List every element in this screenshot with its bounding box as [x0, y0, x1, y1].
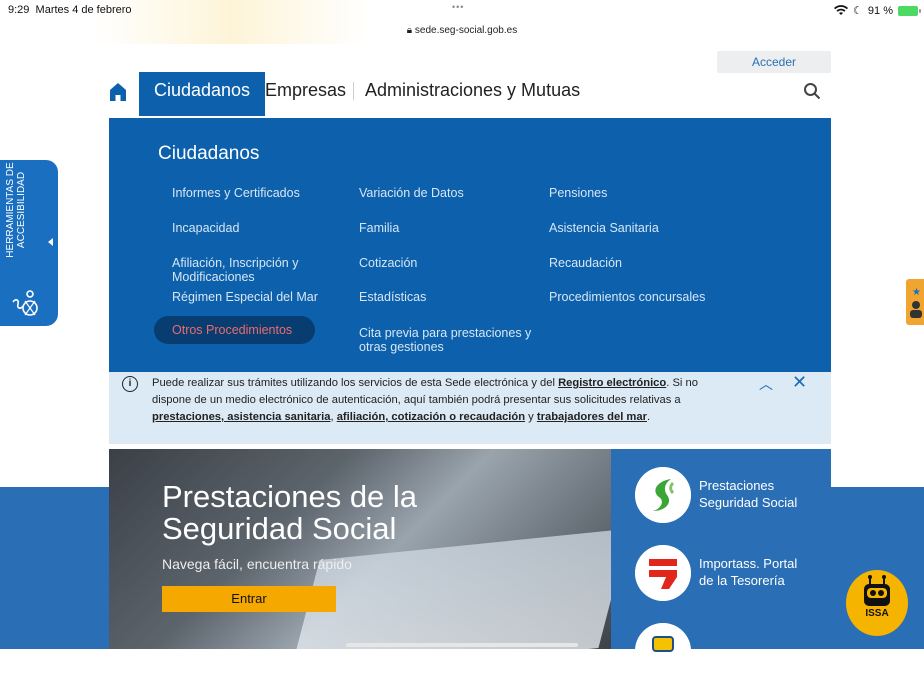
tab-ciudadanos[interactable]: Ciudadanos — [139, 72, 265, 116]
home-icon[interactable] — [109, 82, 127, 102]
menu-item-asistencia[interactable]: Asistencia Sanitaria — [549, 221, 659, 235]
close-icon[interactable]: ✕ — [792, 372, 807, 393]
nav-divider — [353, 82, 354, 100]
wifi-icon — [834, 5, 849, 15]
status-time: 9:29 Martes 4 de febrero — [8, 4, 132, 16]
service-prestaciones[interactable]: Prestaciones Seguridad Social — [635, 467, 825, 523]
more-dots-icon[interactable]: ••• — [452, 2, 464, 12]
info-notice: i Puede realizar sus trámites utilizando… — [109, 372, 831, 444]
info-icon: i — [122, 376, 138, 392]
menu-item-cita-previa[interactable]: Cita previa para prestaciones y otras ge… — [359, 326, 544, 354]
menu-item-familia[interactable]: Familia — [359, 221, 399, 235]
hero-subtitle: Navega fácil, encuentra rápido — [162, 556, 352, 572]
login-button[interactable]: Acceder — [717, 51, 831, 73]
url-text: sede.seg-social.gob.es — [414, 25, 518, 36]
home-indicator — [346, 643, 578, 647]
menu-item-pensiones[interactable]: Pensiones — [549, 186, 607, 200]
menu-item-informes[interactable]: Informes y Certificados — [172, 186, 300, 200]
hero-image — [288, 528, 611, 649]
service-prestaciones-label: Prestaciones Seguridad Social — [699, 478, 798, 510]
prestaciones-logo-icon — [635, 467, 691, 523]
link-prestaciones[interactable]: prestaciones, asistencia sanitaria — [152, 411, 330, 423]
accessibility-label: HERRAMIENTAS DE ACCESIBILIDAD — [5, 162, 27, 258]
menu-item-afiliacion[interactable]: Afiliación, Inscripción y Modificaciones — [172, 256, 322, 284]
mega-menu: Ciudadanos Informes y Certificados Incap… — [109, 118, 831, 372]
service-importass[interactable]: Importass. Portal de la Tesorería — [635, 545, 825, 601]
chevron-up-icon[interactable]: ︿ — [759, 374, 773, 394]
menu-item-otros-procedimientos[interactable]: Otros Procedimientos — [154, 316, 315, 344]
robot-icon — [864, 575, 890, 606]
battery-icon — [898, 5, 921, 16]
tab-empresas[interactable]: Empresas — [265, 72, 346, 108]
menu-item-cotizacion[interactable]: Cotización — [359, 256, 417, 270]
tab-administraciones[interactable]: Administraciones y Mutuas — [365, 72, 580, 108]
menu-item-incapacidad[interactable]: Incapacidad — [172, 221, 239, 235]
services-panel: Prestaciones Seguridad Social Importass. … — [611, 449, 831, 679]
lock-icon: 🔒︎ — [406, 25, 413, 36]
menu-item-recaudacion[interactable]: Recaudación — [549, 256, 622, 270]
link-afiliacion[interactable]: afiliación, cotización o recaudación — [337, 411, 525, 423]
hero-title: Prestaciones de la Seguridad Social — [162, 479, 418, 546]
service-importass-label: Importass. Portal de la Tesorería — [699, 556, 798, 588]
notice-text: Puede realizar sus trámites utilizando l… — [152, 377, 698, 423]
svg-text:★: ★ — [912, 287, 921, 298]
service-third[interactable] — [635, 623, 825, 679]
battery-percent: 91 % — [867, 4, 893, 17]
accessibility-tools-tab[interactable]: HERRAMIENTAS DE ACCESIBILIDAD — [0, 160, 58, 326]
status-bar: 9:29 Martes 4 de febrero ••• 🔒︎ sede.seg… — [0, 0, 924, 44]
search-icon[interactable] — [803, 82, 821, 100]
main-nav: Ciudadanos Empresas Administraciones y M… — [109, 72, 831, 116]
status-icons: ☾ 91 % — [834, 4, 921, 17]
address-bar[interactable]: 🔒︎ sede.seg-social.gob.es — [0, 25, 924, 36]
feedback-widget-icon[interactable]: ★ — [906, 279, 924, 325]
issa-assistant-button[interactable]: ISSA — [846, 570, 908, 636]
menu-item-regimen-mar[interactable]: Régimen Especial del Mar — [172, 290, 318, 304]
accessibility-icon — [12, 290, 38, 316]
hero-banner: Prestaciones de la Seguridad Social Naveg… — [109, 449, 611, 649]
importass-logo-icon — [635, 545, 691, 601]
menu-title: Ciudadanos — [158, 143, 260, 164]
caret-left-icon — [48, 238, 53, 246]
menu-item-estadisticas[interactable]: Estadísticas — [359, 290, 426, 304]
link-trabajadores-mar[interactable]: trabajadores del mar — [537, 411, 647, 423]
moon-icon: ☾ — [853, 5, 863, 17]
menu-item-variacion[interactable]: Variación de Datos — [359, 186, 464, 200]
enter-button[interactable]: Entrar — [162, 586, 336, 612]
service-third-logo-icon — [635, 623, 691, 679]
issa-label: ISSA — [865, 608, 889, 619]
link-registro[interactable]: Registro electrónico — [558, 377, 666, 389]
menu-item-concursales[interactable]: Procedimientos concursales — [549, 290, 705, 304]
